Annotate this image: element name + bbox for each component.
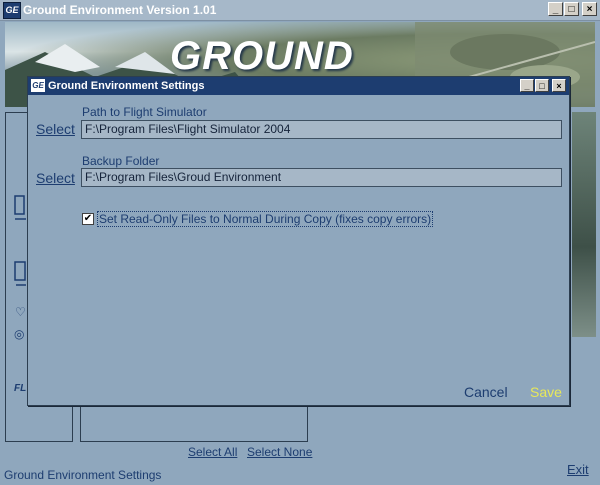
settings-dialog: GE Ground Environment Settings _ □ × Pat… [27, 76, 570, 406]
backup-select-link[interactable]: Select [36, 170, 75, 186]
status-text: Ground Environment Settings [4, 468, 162, 482]
cancel-button[interactable]: Cancel [464, 384, 508, 400]
dialog-window-controls: _ □ × [520, 79, 566, 92]
dialog-logo-icon: GE [31, 79, 45, 92]
dialog-close-button[interactable]: × [552, 79, 566, 92]
flight-sim-path-input[interactable]: F:\Program Files\Flight Simulator 2004 [81, 120, 562, 139]
dialog-maximize-button[interactable]: □ [535, 79, 549, 92]
dialog-titlebar[interactable]: GE Ground Environment Settings _ □ × [28, 77, 569, 95]
right-scenery-strip [572, 112, 596, 337]
flight-sim-path-label: Path to Flight Simulator [82, 105, 207, 119]
exit-link[interactable]: Exit [567, 462, 589, 477]
banner-logo-text: GROUND [170, 34, 354, 78]
close-button[interactable]: × [582, 2, 597, 16]
readonly-checkbox[interactable]: ✔ [82, 213, 94, 225]
app-logo-icon: GE [3, 2, 21, 19]
readonly-checkbox-label[interactable]: Set Read-Only Files to Normal During Cop… [97, 211, 434, 227]
select-none-link[interactable]: Select None [247, 445, 312, 459]
maximize-button[interactable]: □ [564, 2, 579, 16]
monitor-icon [14, 261, 28, 294]
checkmark-icon: ✔ [83, 213, 93, 224]
save-button[interactable]: Save [530, 384, 562, 400]
dialog-title: Ground Environment Settings [48, 80, 205, 92]
main-window: GE Ground Environment Version 1.01 _ □ ×… [0, 0, 600, 485]
dialog-minimize-button[interactable]: _ [520, 79, 534, 92]
heart-icon: ♡ [15, 305, 26, 319]
scenery-list-box[interactable] [80, 400, 308, 442]
window-controls: _ □ × [548, 2, 597, 16]
window-title: Ground Environment Version 1.01 [23, 3, 217, 17]
flight-sim-select-link[interactable]: Select [36, 121, 75, 137]
main-titlebar[interactable]: GE Ground Environment Version 1.01 _ □ × [0, 0, 600, 21]
select-all-link[interactable]: Select All [188, 445, 237, 459]
backup-folder-input[interactable]: F:\Program Files\Groud Environment [81, 168, 562, 187]
minimize-button[interactable]: _ [548, 2, 563, 16]
globe-icon: ◎ [14, 327, 25, 341]
computer-icon [14, 195, 28, 228]
backup-folder-label: Backup Folder [82, 154, 160, 168]
fl-logo: FL [14, 383, 27, 394]
